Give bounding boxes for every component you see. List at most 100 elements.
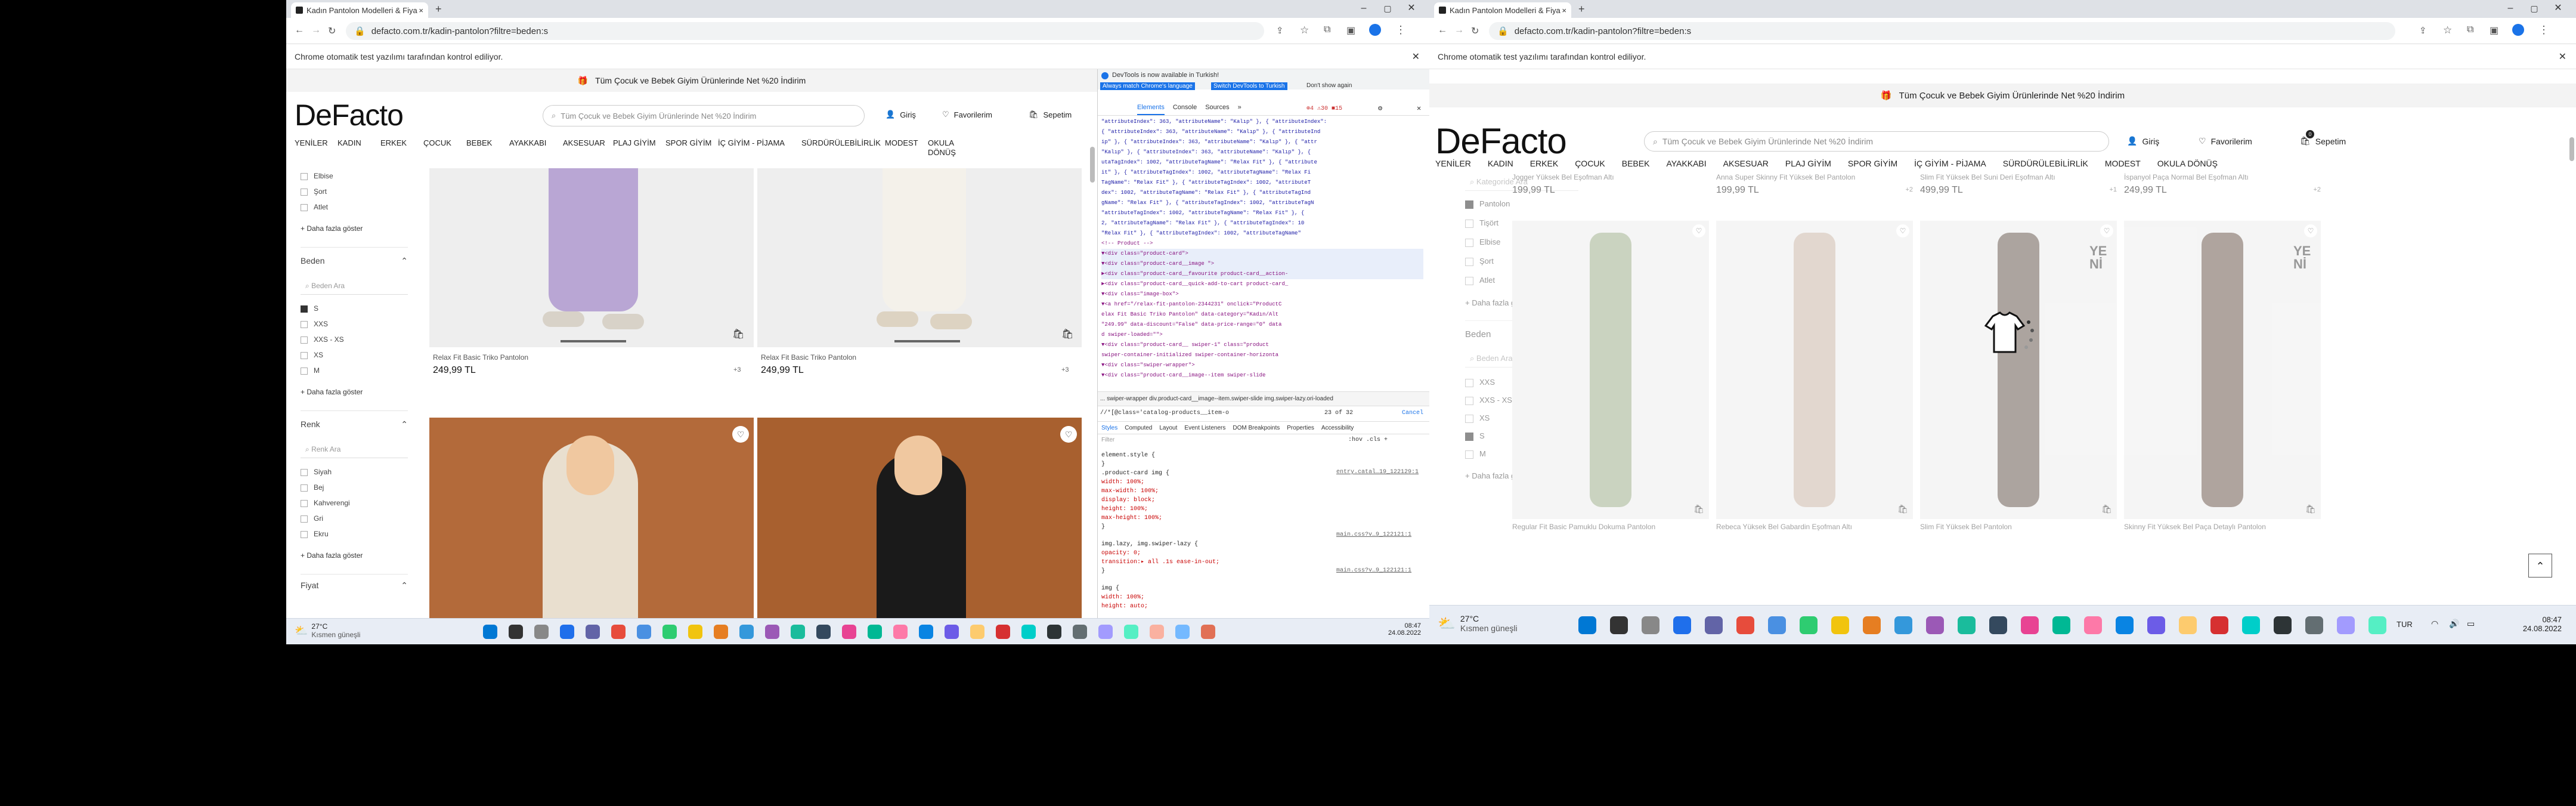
quick-add-bag-icon[interactable]: 🛍: [2101, 504, 2112, 514]
product-card[interactable]: Jogger Yüksek Bel Eşofman Altı 199,99 TL: [1512, 173, 1709, 209]
devtools-close-icon[interactable]: ✕: [1417, 104, 1421, 113]
taskbar-app-icon[interactable]: [791, 625, 805, 639]
product-name[interactable]: Skinny Fit Yüksek Bel Paça Detaylı Panto…: [2124, 523, 2321, 531]
nav-item[interactable]: İÇ GİYİM - PİJAMA: [1914, 159, 1986, 168]
nav-item[interactable]: MODEST: [885, 138, 928, 158]
product-image[interactable]: ♡ 🛍: [1716, 221, 1913, 519]
devtools-tab[interactable]: Console: [1173, 104, 1197, 115]
product-card[interactable]: 🛍 Relax Fit Basic Triko Pantolon 249,99 …: [429, 168, 754, 425]
styles-tab[interactable]: Layout: [1159, 425, 1177, 431]
weather-widget[interactable]: ⛅ 27°C Kısmen güneşli: [295, 622, 360, 639]
nav-item[interactable]: AYAKKABI: [1666, 159, 1706, 168]
taskbar-app-icon[interactable]: [1926, 616, 1944, 634]
filter-option[interactable]: M: [301, 363, 408, 378]
taskbar-app-icon[interactable]: [2052, 616, 2070, 634]
nav-item[interactable]: İÇ GİYİM - PİJAMA: [718, 138, 801, 158]
css-rule-line[interactable]: }: [1101, 523, 1423, 532]
nav-item[interactable]: PLAJ GİYİM: [613, 138, 665, 158]
nav-item[interactable]: OKULA DÖNÜŞ: [928, 138, 971, 158]
checkbox[interactable]: [301, 484, 308, 492]
profile-icon[interactable]: [1369, 24, 1381, 36]
product-image[interactable]: ♡ YENİ 🛍: [2124, 221, 2321, 519]
match-language-button[interactable]: Always match Chrome's language: [1100, 82, 1195, 90]
forward-icon[interactable]: →: [1454, 25, 1464, 36]
size-filter-title[interactable]: Beden ⌃: [301, 256, 408, 266]
heart-icon[interactable]: ♡: [1896, 224, 1909, 237]
quick-add-bag-icon[interactable]: 🛍: [2305, 504, 2316, 514]
taskbar-app-icon[interactable]: [1958, 616, 1976, 634]
promo-bar[interactable]: 🎁 Tüm Çocuk ve Bebek Giyim Ürünlerinde N…: [286, 69, 1097, 92]
taskbar-app-icon[interactable]: [816, 625, 831, 639]
css-rule-line[interactable]: display: block;: [1101, 496, 1423, 505]
taskbar-app-icon[interactable]: [1047, 625, 1061, 639]
maximize-button[interactable]: ▢: [1376, 0, 1400, 18]
dom-node-line[interactable]: <!-- Product -->: [1101, 239, 1423, 249]
taskbar-app-icon[interactable]: [637, 625, 651, 639]
maximize-button[interactable]: ▢: [2522, 0, 2546, 18]
taskbar-app-icon[interactable]: [1673, 616, 1691, 634]
product-card[interactable]: ♡ YENİ 🛍 Slim Fit Yüksek Bel Pantolon: [1920, 221, 2117, 531]
taskbar-app-icon[interactable]: [1073, 625, 1087, 639]
more-link[interactable]: + Daha fazla göster: [301, 224, 408, 233]
filter-option[interactable]: Bej: [301, 480, 408, 495]
taskbar-app-icon[interactable]: [1021, 625, 1036, 639]
back-icon[interactable]: ←: [295, 25, 304, 36]
cart-link[interactable]: 🛍 Sepetim: [1029, 110, 1072, 119]
dom-node-line[interactable]: "Relax Fit" }, { "attributeTagIndex": 10…: [1101, 228, 1423, 239]
filter-option[interactable]: Gri: [301, 511, 408, 526]
styles-tab[interactable]: DOM Breakpoints: [1233, 425, 1280, 431]
checkbox[interactable]: [301, 336, 308, 344]
taskbar-app-icon[interactable]: [509, 625, 523, 639]
dom-node-line[interactable]: ip" }, { "attributeIndex": 363, "attribu…: [1101, 137, 1423, 147]
taskbar-app-icon[interactable]: [1894, 616, 1912, 634]
close-window-button[interactable]: ✕: [2546, 0, 2570, 18]
checkbox[interactable]: [1465, 276, 1473, 285]
style-source-link[interactable]: main.css?v…9_122121:1: [1336, 567, 1411, 574]
url-field[interactable]: 🔒 defacto.com.tr/kadin-pantolon?filtre=b…: [346, 22, 1264, 40]
login-link[interactable]: 👤 Giriş: [886, 110, 916, 119]
new-tab-button[interactable]: +: [1578, 3, 1585, 16]
checkbox[interactable]: [301, 515, 308, 523]
checkbox-checked[interactable]: [1465, 432, 1473, 441]
taskbar-app-icon[interactable]: [2337, 616, 2355, 634]
profile-icon[interactable]: [2512, 24, 2524, 36]
taskbar-app-icon[interactable]: [2305, 616, 2323, 634]
dom-node-line[interactable]: gName": "Relax Fit" }, { "attributeTagIn…: [1101, 198, 1423, 208]
checkbox-checked[interactable]: [1465, 200, 1473, 209]
dom-node-line[interactable]: ▼<div class="product-card__image ">: [1101, 259, 1423, 269]
taskbar-app-icon[interactable]: [970, 625, 984, 639]
checkbox[interactable]: [301, 530, 308, 538]
dom-node-line[interactable]: ►<div class="product-card__favourite pro…: [1101, 269, 1423, 279]
taskbar-app-icon[interactable]: [945, 625, 959, 639]
product-name[interactable]: Anna Super Skinny Fit Yüksek Bel Pantolo…: [1716, 173, 1883, 181]
product-card[interactable]: 🛍 Relax Fit Basic Triko Pantolon 249,99 …: [757, 168, 1082, 425]
quick-add-bag-icon[interactable]: 🛍: [1061, 328, 1073, 340]
checkbox[interactable]: [1465, 257, 1473, 266]
taskbar-app-icon[interactable]: [1705, 616, 1723, 634]
url-field[interactable]: 🔒 defacto.com.tr/kadin-pantolon?filtre=b…: [1489, 22, 2395, 40]
nav-item[interactable]: MODEST: [2105, 159, 2141, 168]
filter-option[interactable]: XXS: [301, 316, 408, 332]
quick-add-bag-icon[interactable]: 🛍: [732, 328, 744, 340]
css-rule-line[interactable]: img.lazy, img.swiper-lazy {: [1101, 540, 1423, 549]
styles-tab[interactable]: Event Listeners: [1184, 425, 1225, 431]
heart-icon[interactable]: ♡: [2304, 224, 2317, 237]
product-card[interactable]: ♡: [429, 418, 754, 618]
promo-bar[interactable]: 🎁 Tüm Çocuk ve Bebek Giyim Ürünlerinde N…: [1429, 84, 2576, 107]
chrome-menu-icon[interactable]: ⋮: [1395, 24, 1406, 36]
filter-option[interactable]: XXS - XS: [301, 332, 408, 347]
taskbar-app-icon[interactable]: [688, 625, 702, 639]
checkbox[interactable]: [301, 203, 308, 211]
dom-node-line[interactable]: dex": 1002, "attributeTagName": "Relax F…: [1101, 188, 1423, 198]
taskbar-app-icon[interactable]: [714, 625, 728, 639]
heart-icon[interactable]: ♡: [1692, 224, 1705, 237]
nav-item[interactable]: ERKEK: [1530, 159, 1558, 168]
product-name[interactable]: Relax Fit Basic Triko Pantolon: [433, 353, 528, 362]
checkbox[interactable]: [1465, 219, 1473, 228]
css-rule-line[interactable]: element.style {: [1101, 451, 1423, 460]
checkbox[interactable]: [301, 367, 308, 375]
taskbar-app-icon[interactable]: [1989, 616, 2007, 634]
nav-item[interactable]: OKULA DÖNÜŞ: [2157, 159, 2218, 168]
product-image[interactable]: ♡ YENİ 🛍: [1920, 221, 2117, 519]
product-card[interactable]: Anna Super Skinny Fit Yüksek Bel Pantolo…: [1716, 173, 1913, 209]
